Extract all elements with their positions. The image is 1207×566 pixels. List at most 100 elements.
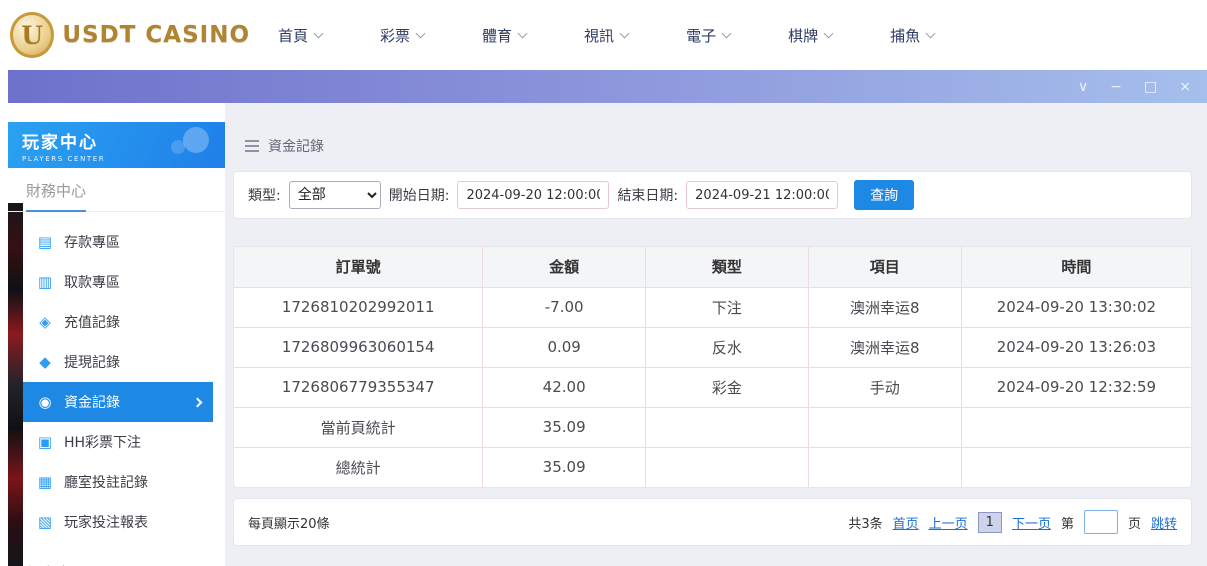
start-date-label: 開始日期: xyxy=(389,185,450,205)
cell-type xyxy=(646,407,809,447)
player-report-icon: ▧ xyxy=(36,513,54,531)
collapse-icon[interactable]: ∨ xyxy=(1078,80,1088,94)
chevron-down-icon xyxy=(416,28,426,38)
finance-section-header: 財務中心 xyxy=(8,168,225,212)
chevron-down-icon xyxy=(824,28,834,38)
nav-item-label: 首頁 xyxy=(278,25,308,46)
sidebar-item-player-report[interactable]: ▧ 玩家投注報表 xyxy=(23,502,213,542)
cell-amount: 35.09 xyxy=(483,447,646,487)
table-header-row: 訂單號 金額 類型 項目 時間 xyxy=(234,247,1191,287)
table-row-page-summary: 當前頁統計 35.09 xyxy=(234,407,1191,447)
jump-suffix-label: 页 xyxy=(1128,513,1141,532)
table-row-total-summary: 總統計 35.09 xyxy=(234,447,1191,487)
withdraw-icon: ▥ xyxy=(36,273,54,291)
top-navigation: U USDT CASINO 首頁 彩票 體育 視訊 電子 棋牌 捕魚 xyxy=(0,0,1207,70)
maximize-icon[interactable]: □ xyxy=(1144,80,1157,94)
cell-time: 2024-09-20 12:32:59 xyxy=(961,367,1191,407)
nav-item-label: 捕魚 xyxy=(890,25,920,46)
sidebar-item-recharge-record[interactable]: ◈ 充值記錄 xyxy=(23,302,213,342)
cell-amount: 0.09 xyxy=(483,327,646,367)
chevron-down-icon xyxy=(722,28,732,38)
cell-order-id: 1726809963060154 xyxy=(234,327,483,367)
header-item: 項目 xyxy=(808,247,961,287)
players-center-header: 玩家中心 PLAYERS CENTER xyxy=(8,122,225,168)
nav-item-home[interactable]: 首頁 xyxy=(278,25,322,46)
recharge-record-icon: ◈ xyxy=(36,313,54,331)
minimize-icon[interactable]: − xyxy=(1110,80,1122,94)
sidebar-item-funds-record[interactable]: ◉ 資金記錄 xyxy=(23,382,213,422)
brand-name: USDT CASINO xyxy=(62,22,250,48)
nav-item-label: 彩票 xyxy=(380,25,410,46)
nav-item-lottery[interactable]: 彩票 xyxy=(380,25,424,46)
type-select[interactable]: 全部 xyxy=(289,181,381,209)
sidebar-item-room-bet-record[interactable]: ▦ 廳室投註記錄 xyxy=(23,462,213,502)
next-page-link[interactable]: 下一页 xyxy=(1012,513,1051,532)
jump-prefix-label: 第 xyxy=(1061,513,1074,532)
cell-item: 手动 xyxy=(808,367,961,407)
end-date-label: 結束日期: xyxy=(617,185,678,205)
page-title: 資金記錄 xyxy=(268,136,324,156)
current-page-badge[interactable]: 1 xyxy=(978,512,1002,533)
sidebar-item-label: 廳室投註記錄 xyxy=(64,472,148,492)
chevron-down-icon xyxy=(518,28,528,38)
nav-item-slots[interactable]: 電子 xyxy=(686,25,730,46)
nav-item-fishing[interactable]: 捕魚 xyxy=(890,25,934,46)
sidebar-item-withdrawal-record[interactable]: ◆ 提現記錄 xyxy=(23,342,213,382)
chevron-down-icon xyxy=(620,28,630,38)
total-count: 共3条 xyxy=(848,513,882,532)
funds-record-table: 訂單號 金額 類型 項目 時間 1726810202992011 -7.00 下… xyxy=(234,247,1191,487)
brand-emblem-icon: U xyxy=(10,12,54,58)
table-row: 1726810202992011 -7.00 下注 澳洲幸运8 2024-09-… xyxy=(234,287,1191,327)
withdrawal-record-icon: ◆ xyxy=(36,353,54,371)
search-button[interactable]: 查詢 xyxy=(854,180,914,210)
nav-item-label: 視訊 xyxy=(584,25,614,46)
deposit-icon: ▤ xyxy=(36,233,54,251)
jump-page-input[interactable] xyxy=(1084,510,1118,534)
cell-type xyxy=(646,447,809,487)
pagination-controls: 共3条 首页 上一页 1 下一页 第 页 跳转 xyxy=(848,510,1177,534)
chevron-right-icon xyxy=(193,397,203,407)
room-bet-record-icon: ▦ xyxy=(36,473,54,491)
filter-bar: 類型: 全部 開始日期: 結束日期: 查詢 xyxy=(233,171,1192,219)
table-row: 1726806779355347 42.00 彩金 手动 2024-09-20 … xyxy=(234,367,1191,407)
nav-item-live[interactable]: 視訊 xyxy=(584,25,628,46)
start-date-input[interactable] xyxy=(457,181,609,209)
breadcrumb: 資金記錄 xyxy=(245,135,1192,157)
chevron-down-icon xyxy=(314,28,324,38)
sidebar-item-lottery-bet[interactable]: ▣ HH彩票下注 xyxy=(23,422,213,462)
header-amount: 金額 xyxy=(483,247,646,287)
sidebar-item-deposit[interactable]: ▤ 存款專區 xyxy=(23,222,213,262)
header-order-id: 訂單號 xyxy=(234,247,483,287)
cell-amount: 42.00 xyxy=(483,367,646,407)
lottery-bet-icon: ▣ xyxy=(36,433,54,451)
nav-item-sports[interactable]: 體育 xyxy=(482,25,526,46)
cell-amount: 35.09 xyxy=(483,407,646,447)
cell-time xyxy=(961,447,1191,487)
cell-type: 彩金 xyxy=(646,367,809,407)
funds-record-table-panel: 訂單號 金額 類型 項目 時間 1726810202992011 -7.00 下… xyxy=(233,246,1192,488)
page-size-text: 每頁顯示20條 xyxy=(248,513,330,532)
prev-page-link[interactable]: 上一页 xyxy=(929,513,968,532)
nav-item-label: 電子 xyxy=(686,25,716,46)
end-date-input[interactable] xyxy=(686,181,838,209)
cell-item: 澳洲幸运8 xyxy=(808,287,961,327)
sidebar-menu: ▤ 存款專區 ▥ 取款專區 ◈ 充值記錄 ◆ 提現記錄 ◉ 資金記錄 ▣ xyxy=(23,222,213,542)
cell-amount: -7.00 xyxy=(483,287,646,327)
close-icon[interactable]: × xyxy=(1179,80,1191,94)
sidebar-item-withdraw[interactable]: ▥ 取款專區 xyxy=(23,262,213,302)
brand-logo[interactable]: U USDT CASINO xyxy=(10,12,250,58)
app-body: 玩家中心 PLAYERS CENTER 財務中心 ▤ 存款專區 ▥ 取款專區 ◈… xyxy=(8,103,1207,566)
header-type: 類型 xyxy=(646,247,809,287)
jump-button[interactable]: 跳转 xyxy=(1151,513,1177,532)
header-time: 時間 xyxy=(961,247,1191,287)
chevron-down-icon xyxy=(926,28,936,38)
sidebar-background-image xyxy=(8,203,23,566)
hamburger-icon[interactable] xyxy=(245,140,259,152)
nav-item-cards[interactable]: 棋牌 xyxy=(788,25,832,46)
cell-item xyxy=(808,407,961,447)
sidebar-item-label: 提現記錄 xyxy=(64,352,120,372)
sidebar: 玩家中心 PLAYERS CENTER 財務中心 ▤ 存款專區 ▥ 取款專區 ◈… xyxy=(8,103,225,566)
cell-time: 2024-09-20 13:26:03 xyxy=(961,327,1191,367)
window-title-bar: ∨ − □ × xyxy=(8,70,1207,103)
first-page-link[interactable]: 首页 xyxy=(893,513,919,532)
